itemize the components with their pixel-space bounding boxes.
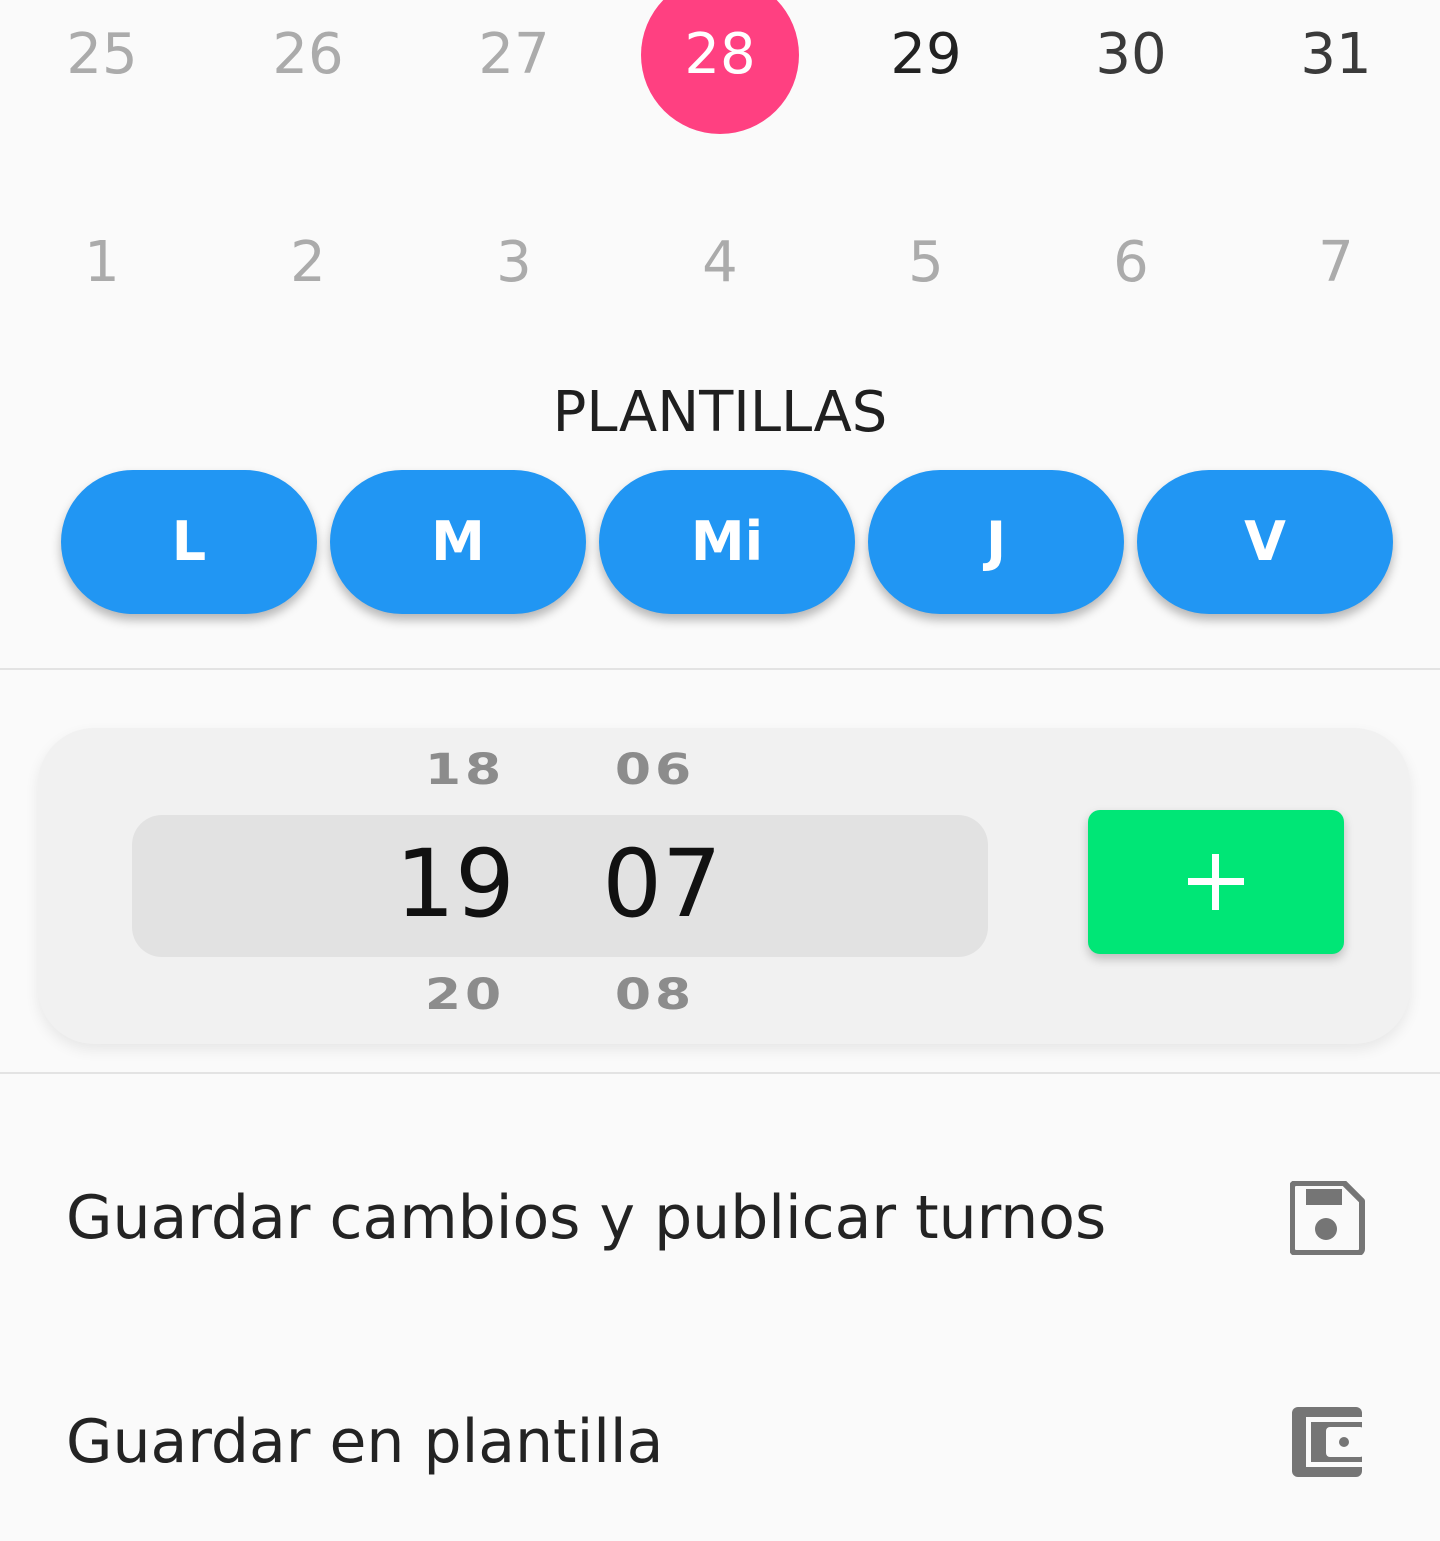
calendar-day[interactable]: 6 [1051,208,1211,318]
save-and-publish-action[interactable]: Guardar cambios y publicar turnos [0,1143,1440,1293]
calendar-day[interactable]: 2 [228,208,388,318]
calendar-day[interactable]: 27 [434,0,594,110]
divider [0,1072,1440,1074]
calendar-week-row-2: 1 2 3 4 5 6 7 [0,208,1440,318]
save-template-label: Guardar en plantilla [66,1407,664,1477]
hour-next[interactable]: 20 [400,969,530,1021]
template-button-lunes[interactable]: L [61,470,317,614]
calendar-week-row-1: 25 26 27 28 29 30 31 [0,0,1440,134]
wallet-icon [1290,1405,1366,1479]
calendar-day[interactable]: 7 [1256,208,1416,318]
save-and-publish-label: Guardar cambios y publicar turnos [66,1183,1107,1253]
calendar-day[interactable]: 4 [640,208,800,318]
template-button-jueves[interactable]: J [868,470,1124,614]
save-template-action[interactable]: Guardar en plantilla [0,1367,1440,1517]
time-picker-selection [132,815,988,957]
minute-next[interactable]: 08 [590,969,720,1021]
templates-title: PLANTILLAS [552,380,888,445]
template-button-martes[interactable]: M [330,470,586,614]
template-button-miercoles[interactable]: Mi [599,470,855,614]
calendar-day[interactable]: 31 [1256,0,1416,110]
calendar-day-selected[interactable]: 28 [641,0,799,134]
calendar-day[interactable]: 1 [22,208,182,318]
hour-prev[interactable]: 18 [400,744,530,796]
template-button-viernes[interactable]: V [1137,470,1393,614]
calendar-day[interactable]: 30 [1051,0,1211,110]
hour-current[interactable]: 19 [385,820,525,950]
calendar-day[interactable]: 26 [228,0,388,110]
add-time-button[interactable] [1088,810,1344,954]
calendar-day[interactable]: 5 [846,208,1006,318]
calendar-day[interactable]: 25 [22,0,182,110]
save-icon [1289,1180,1366,1256]
calendar-day[interactable]: 3 [434,208,594,318]
minute-current[interactable]: 07 [592,820,732,950]
divider [0,668,1440,670]
minute-prev[interactable]: 06 [590,744,720,796]
calendar-day[interactable]: 29 [846,0,1006,110]
